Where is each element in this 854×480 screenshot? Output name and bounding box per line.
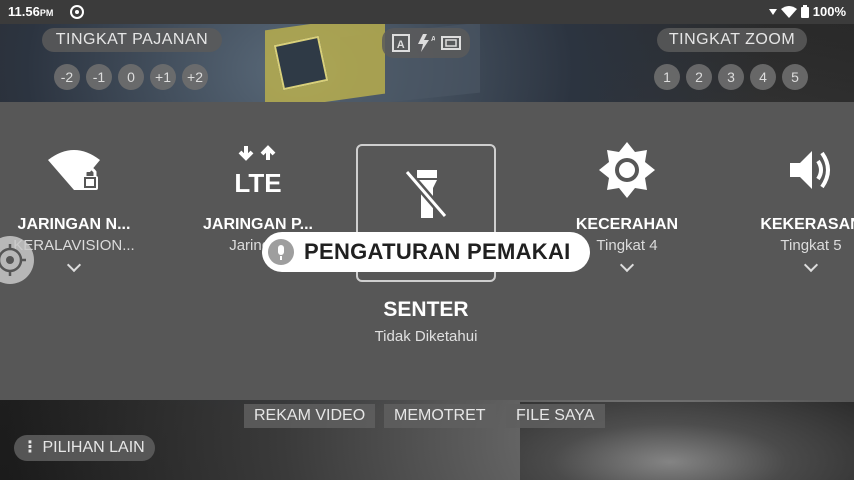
battery-level: 100%	[812, 4, 846, 19]
crosshair-icon	[0, 244, 26, 276]
status-bar: 11.56PM 100%	[0, 0, 854, 24]
clock-ampm: PM	[39, 8, 54, 18]
exposure-button[interactable]: -1	[86, 64, 112, 90]
svg-text:A: A	[431, 36, 435, 43]
more-vert-icon: ⋮	[22, 439, 38, 456]
microphone-icon	[268, 239, 294, 265]
tile-flashlight-sub: Tidak Diketahui	[374, 328, 478, 345]
zoom-button[interactable]: 1	[654, 64, 680, 90]
record-video-button[interactable]: REKAM VIDEO	[244, 404, 376, 428]
tile-flashlight-label: SENTER	[383, 298, 469, 321]
wifi-icon	[780, 5, 797, 18]
status-indicators: 100%	[768, 4, 846, 19]
exposure-level-title: TINGKAT PAJANAN	[42, 28, 222, 52]
lte-icon: LTE	[234, 145, 282, 196]
exposure-button[interactable]: 0	[118, 64, 144, 90]
chevron-down-icon[interactable]	[803, 257, 819, 273]
auto-focus-icon[interactable]: A	[391, 33, 411, 53]
exposure-button[interactable]: +2	[182, 64, 208, 90]
sync-icon	[70, 5, 84, 19]
brightness-icon	[599, 142, 655, 198]
zoom-level-title: TINGKAT ZOOM	[657, 28, 807, 52]
zoom-button[interactable]: 4	[750, 64, 776, 90]
wifi-lock-icon	[48, 150, 100, 190]
svg-text:LTE: LTE	[234, 168, 281, 196]
exposure-button[interactable]: +1	[150, 64, 176, 90]
chevron-down-icon[interactable]	[66, 257, 82, 273]
signal-icon	[768, 8, 777, 15]
my-files-button[interactable]: FILE SAYA	[506, 404, 605, 428]
status-clock: 11.56PM	[8, 4, 53, 19]
aspect-ratio-icon[interactable]	[441, 35, 461, 51]
chevron-down-icon[interactable]	[619, 257, 635, 273]
take-photo-button[interactable]: MEMOTRET	[384, 404, 496, 428]
tile-volume-sub: Tingkat 5	[780, 237, 842, 254]
voice-command-hint: PENGATURAN PEMAKAI	[262, 232, 590, 272]
tile-brightness-label: KECERAHAN	[575, 216, 679, 233]
crosshair-icon[interactable]	[0, 236, 34, 284]
zoom-button[interactable]: 2	[686, 64, 712, 90]
volume-icon	[790, 151, 830, 189]
zoom-button[interactable]: 5	[782, 64, 808, 90]
camera-mode-icons[interactable]: A A	[382, 28, 470, 58]
more-options-label: PILIHAN LAIN	[42, 439, 145, 456]
tile-wifi-label: JARINGAN N...	[17, 216, 131, 233]
more-options-button[interactable]: ⋮ PILIHAN LAIN	[14, 435, 155, 461]
zoom-button[interactable]: 3	[718, 64, 744, 90]
exposure-button[interactable]: -2	[54, 64, 80, 90]
svg-text:A: A	[397, 39, 405, 51]
viewfinder-object	[273, 35, 329, 91]
clock-time: 11.56	[8, 4, 40, 19]
battery-icon	[800, 5, 809, 18]
tile-volume-label: KEKERASAN	[760, 216, 854, 233]
tile-volume[interactable]: KEKERASAN Tingkat 5	[736, 140, 854, 273]
flash-auto-icon[interactable]: A	[417, 33, 435, 53]
voice-hint-text: PENGATURAN PEMAKAI	[304, 239, 571, 264]
flashlight-off-icon	[403, 169, 449, 219]
